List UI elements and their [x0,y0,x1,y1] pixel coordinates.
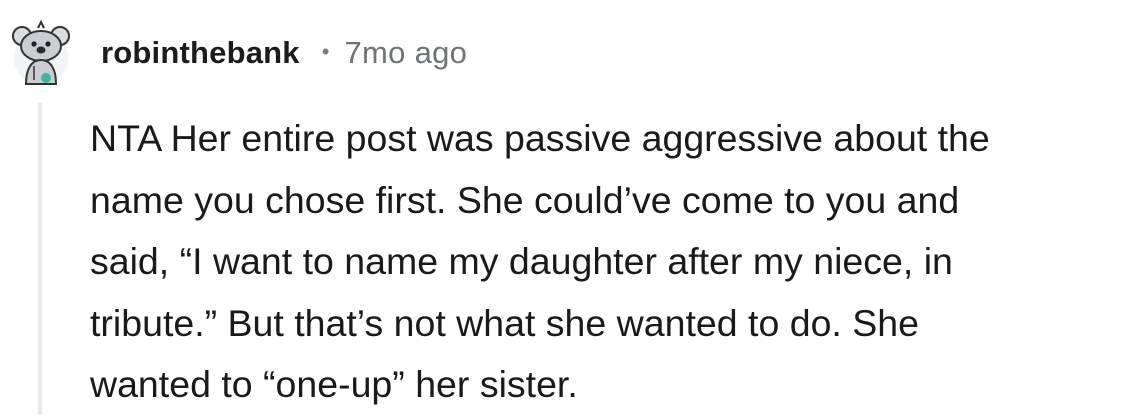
comment-header: robinthebank • 7mo ago [101,31,467,75]
comment-body-line: NTA Her entire post was passive aggressi… [90,117,990,159]
user-avatar[interactable] [8,14,74,86]
separator-dot: • [321,39,330,64]
comment-body-line: said, “I want to name my daughter after … [90,240,953,282]
thread-line[interactable] [38,103,42,415]
koala-avatar-icon [12,19,70,85]
username-link[interactable]: robinthebank [101,35,300,71]
comment-body-line: wanted to “one-up” her sister. [90,363,578,405]
comment-body: NTA Her entire post was passive aggressi… [90,108,1135,416]
timestamp: 7mo ago [344,35,468,70]
comment-body-line: tribute.” But that’s not what she wanted… [90,301,919,344]
comment: robinthebank • 7mo ago NTA Her entire po… [0,0,1139,415]
comment-body-line: name you chose first. She could’ve come … [90,178,960,221]
